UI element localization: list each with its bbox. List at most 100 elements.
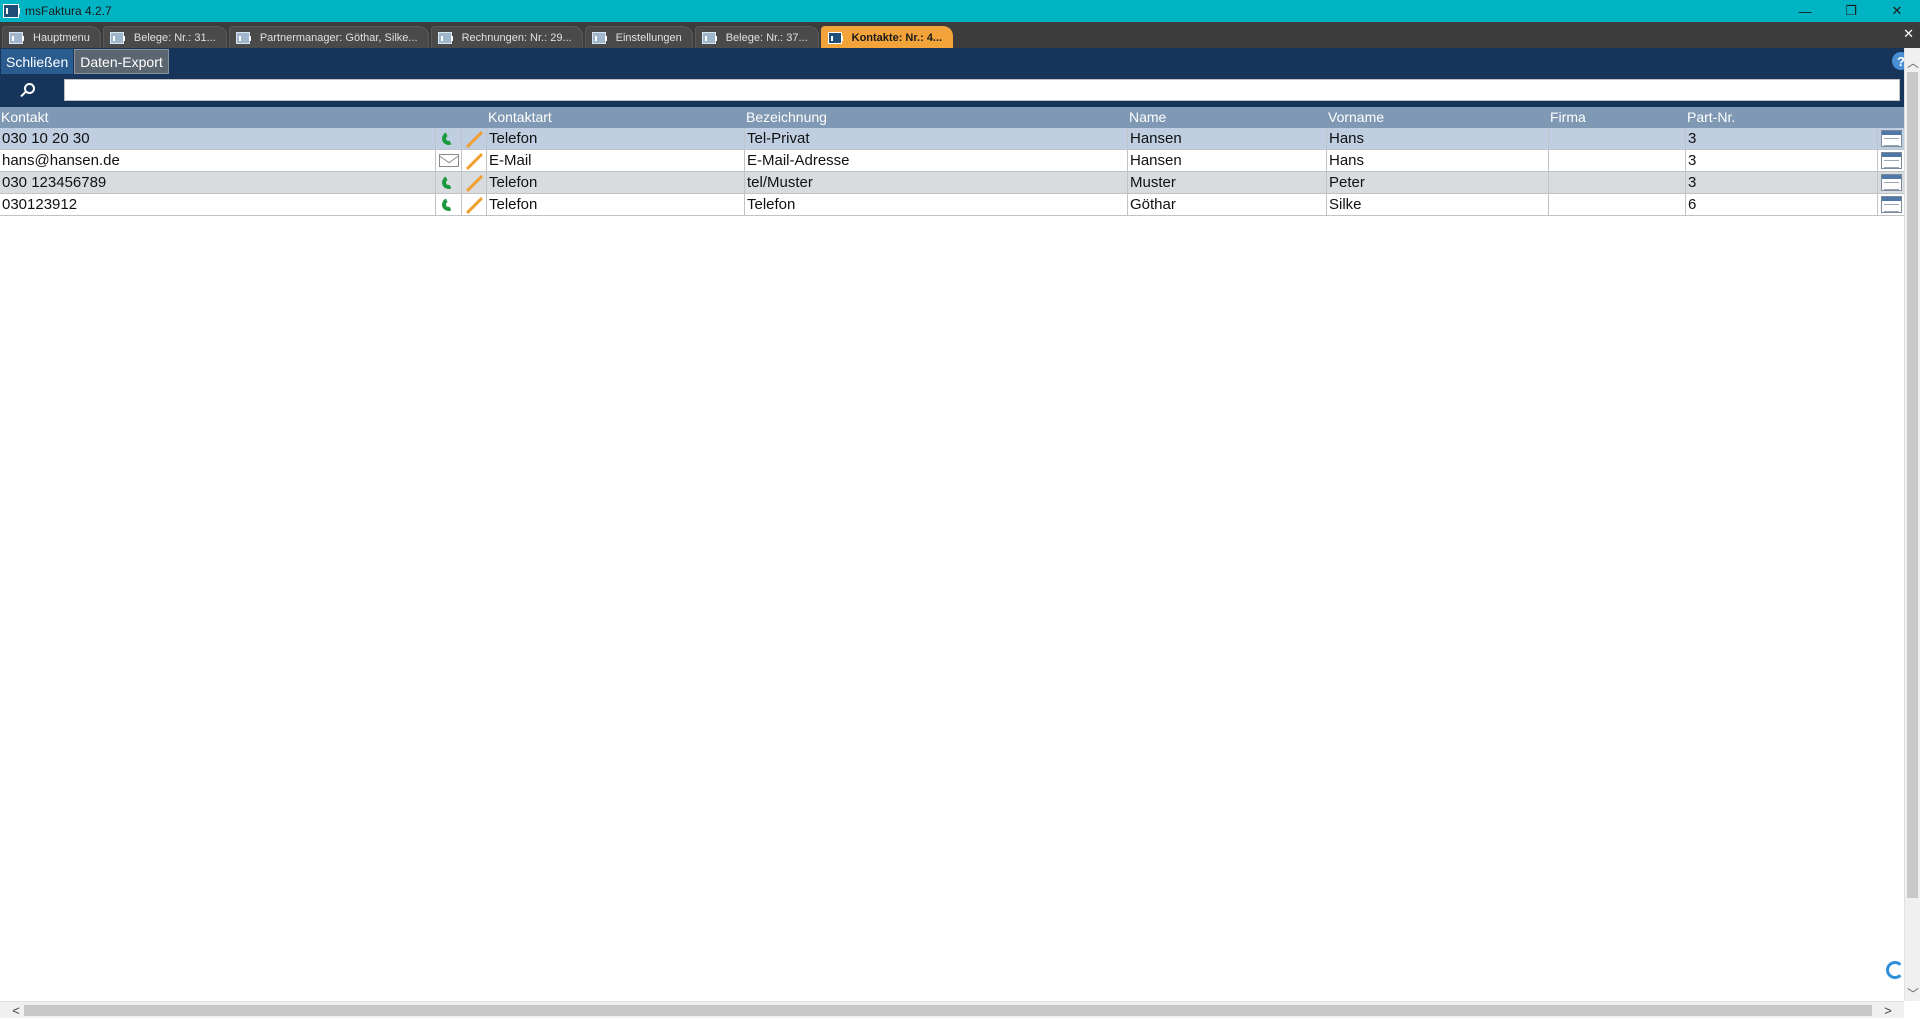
close-button[interactable]: ✕: [1874, 0, 1920, 22]
cell-kontaktart: Telefon: [487, 172, 745, 193]
edit-button[interactable]: [462, 194, 487, 215]
cell-part-nr: 3: [1686, 150, 1878, 171]
close-tab-icon[interactable]: ✕: [1903, 26, 1914, 42]
restore-button[interactable]: ❐: [1828, 0, 1874, 22]
open-record-button[interactable]: [1878, 194, 1904, 215]
app-logo-icon: [591, 31, 607, 44]
tab-label: Einstellungen: [615, 31, 682, 44]
cell-kontakt: 030123912: [0, 194, 436, 215]
search-input[interactable]: [64, 79, 1900, 101]
phone-icon: [439, 129, 458, 147]
cell-name: Hansen: [1128, 128, 1327, 149]
window-controls: — ❐ ✕: [1782, 0, 1920, 22]
open-record-button[interactable]: [1878, 128, 1904, 149]
edit-button[interactable]: [462, 172, 487, 193]
cell-firma: [1549, 128, 1686, 149]
pencil-icon: [465, 152, 483, 170]
tab-kontakte[interactable]: Kontakte: Nr.: 4...: [820, 26, 954, 48]
tab-label: Hauptmenu: [33, 31, 90, 44]
scroll-right-icon[interactable]: >: [1880, 1002, 1896, 1018]
tab-belege-37[interactable]: Belege: Nr.: 37...: [694, 26, 819, 48]
cell-firma: [1549, 194, 1686, 215]
app-logo-icon: [3, 4, 20, 18]
column-header-kontaktart[interactable]: Kontaktart: [487, 107, 745, 128]
open-record-button[interactable]: [1878, 172, 1904, 193]
tab-label: Belege: Nr.: 31...: [133, 31, 216, 44]
column-header-name[interactable]: Name: [1128, 107, 1327, 128]
app-logo-icon: [235, 31, 251, 44]
column-header-bezeichnung[interactable]: Bezeichnung: [745, 107, 1128, 128]
cell-firma: [1549, 150, 1686, 171]
column-header-firma[interactable]: Firma: [1549, 107, 1686, 128]
cell-bezeichnung: Telefon: [745, 194, 1128, 215]
phone-icon: [439, 173, 458, 191]
table-row[interactable]: 030 123456789 Telefon tel/Muster Muster …: [0, 172, 1904, 194]
tab-partnermanager[interactable]: Partnermanager: Göthar, Silke...: [228, 26, 429, 48]
table-row[interactable]: hans@hansen.de E-Mail E-Mail-Adresse Han…: [0, 150, 1904, 172]
table-sheet-icon: [1880, 196, 1902, 213]
column-header-vorname[interactable]: Vorname: [1327, 107, 1549, 128]
cell-vorname: Silke: [1327, 194, 1549, 215]
cell-bezeichnung: Tel-Privat: [745, 128, 1128, 149]
app-logo-icon: [109, 31, 125, 44]
edit-button[interactable]: [462, 150, 487, 171]
refresh-icon[interactable]: [1886, 961, 1904, 979]
title-bar: msFaktura 4.2.7 — ❐ ✕: [0, 0, 1920, 22]
tab-label: Rechnungen: Nr.: 29...: [461, 31, 572, 44]
grid-header: Kontakt Kontaktart Bezeichnung Name Vorn…: [0, 107, 1904, 128]
cell-part-nr: 6: [1686, 194, 1878, 215]
table-sheet-icon: [1880, 174, 1902, 191]
column-header-kontakt[interactable]: Kontakt: [0, 107, 436, 128]
tab-einstellungen[interactable]: Einstellungen: [584, 26, 693, 48]
call-button[interactable]: [436, 172, 462, 193]
app-logo-icon: [9, 31, 24, 44]
scroll-down-icon[interactable]: ﹀: [1905, 985, 1920, 1001]
send-mail-button[interactable]: [436, 150, 462, 171]
pencil-icon: [465, 174, 483, 192]
tab-label: Belege: Nr.: 37...: [725, 31, 808, 44]
tab-hauptmenu[interactable]: Hauptmenu: [2, 26, 101, 48]
edit-button[interactable]: [462, 128, 487, 149]
horizontal-scroll-thumb[interactable]: [24, 1005, 1872, 1016]
open-record-button[interactable]: [1878, 150, 1904, 171]
data-export-button[interactable]: Daten-Export: [74, 49, 169, 74]
tab-label: Kontakte: Nr.: 4...: [851, 31, 943, 44]
cell-kontaktart: Telefon: [487, 128, 745, 149]
scroll-up-icon[interactable]: ︿: [1905, 54, 1920, 70]
search-icon[interactable]: [18, 81, 38, 101]
vertical-scroll-thumb[interactable]: [1907, 72, 1918, 898]
tab-belege-31[interactable]: Belege: Nr.: 31...: [102, 26, 227, 48]
column-header-part-nr[interactable]: Part-Nr.: [1686, 107, 1878, 128]
window-title: msFaktura 4.2.7: [25, 4, 112, 18]
tab-label: Partnermanager: Göthar, Silke...: [259, 31, 418, 44]
cell-vorname: Peter: [1327, 172, 1549, 193]
call-button[interactable]: [436, 194, 462, 215]
cell-bezeichnung: E-Mail-Adresse: [745, 150, 1128, 171]
toolbar: Schließen Daten-Export ?: [0, 48, 1920, 75]
cell-part-nr: 3: [1686, 128, 1878, 149]
table-row[interactable]: 030 10 20 30 Telefon Tel-Privat Hansen H…: [0, 128, 1904, 150]
cell-kontakt: hans@hansen.de: [0, 150, 436, 171]
horizontal-scrollbar[interactable]: < >: [0, 1001, 1904, 1018]
cell-name: Hansen: [1128, 150, 1327, 171]
cell-kontaktart: E-Mail: [487, 150, 745, 171]
cell-bezeichnung: tel/Muster: [745, 172, 1128, 193]
tab-strip: Hauptmenu Belege: Nr.: 31... Partnermana…: [0, 22, 1920, 48]
table-sheet-icon: [1880, 130, 1902, 147]
minimize-button[interactable]: —: [1782, 0, 1828, 22]
cell-name: Göthar: [1128, 194, 1327, 215]
cell-name: Muster: [1128, 172, 1327, 193]
table-row[interactable]: 030123912 Telefon Telefon Göthar Silke 6: [0, 194, 1904, 216]
app-logo-icon: [701, 31, 717, 44]
contacts-grid: Kontakt Kontaktart Bezeichnung Name Vorn…: [0, 107, 1904, 216]
cell-vorname: Hans: [1327, 150, 1549, 171]
vertical-scrollbar[interactable]: ︿ ﹀: [1904, 48, 1920, 1001]
column-header-action: [1878, 107, 1904, 128]
call-button[interactable]: [436, 128, 462, 149]
app-logo-icon: [827, 31, 843, 44]
tab-rechnungen[interactable]: Rechnungen: Nr.: 29...: [430, 26, 583, 48]
cell-firma: [1549, 172, 1686, 193]
column-header-type-icon: [436, 107, 462, 128]
close-view-button[interactable]: Schließen: [1, 49, 74, 74]
scroll-left-icon[interactable]: <: [8, 1002, 24, 1018]
